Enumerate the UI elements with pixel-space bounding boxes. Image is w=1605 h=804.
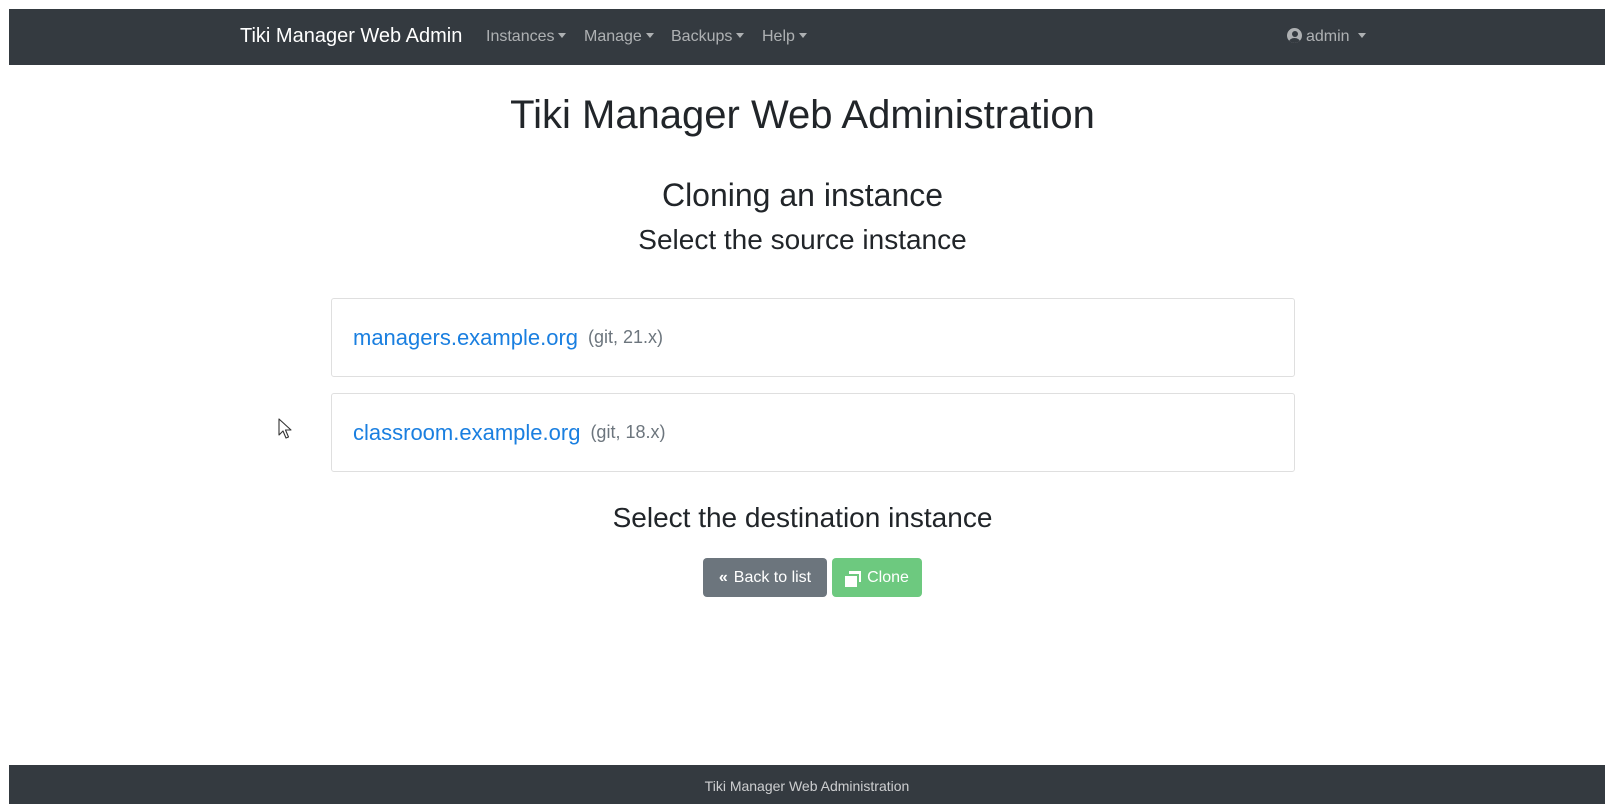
- page-subtitle: Cloning an instance: [661, 177, 944, 213]
- top-navbar: Tiki Manager Web Admin Instances Manage …: [9, 9, 1605, 65]
- back-to-list-button[interactable]: « Back to list: [703, 558, 827, 597]
- source-instance-heading: Select the source instance: [638, 224, 967, 255]
- caret-down-icon: [798, 33, 807, 38]
- brand-link[interactable]: Tiki Manager Web Admin: [240, 25, 462, 48]
- page-title: Tiki Manager Web Administration: [510, 93, 1095, 137]
- back-to-list-label: Back to list: [733, 568, 812, 586]
- instance-meta: (git, 18.x): [590, 422, 666, 442]
- nav-menu-help[interactable]: Help: [762, 28, 807, 46]
- user-menu[interactable]: admin: [1287, 28, 1366, 46]
- nav-menu-manage[interactable]: Manage: [584, 28, 654, 46]
- clone-icon: [845, 570, 862, 587]
- caret-down-icon: [645, 33, 654, 38]
- instance-link[interactable]: managers.example.org: [353, 325, 578, 351]
- double-chevron-left-icon: «: [718, 568, 728, 586]
- nav-menu-label: Instances: [486, 28, 555, 45]
- nav-menu-backups[interactable]: Backups: [671, 28, 745, 46]
- caret-down-icon: [736, 33, 745, 38]
- caret-down-icon: [1357, 33, 1366, 38]
- instance-card-classroom[interactable]: classroom.example.org (git, 18.x): [331, 393, 1295, 472]
- instance-link[interactable]: classroom.example.org: [353, 420, 580, 446]
- clone-button[interactable]: Clone: [832, 558, 922, 597]
- mouse-pointer-icon: [278, 418, 292, 439]
- footer-text: Tiki Manager Web Administration: [704, 778, 910, 794]
- nav-menu-instances[interactable]: Instances: [486, 28, 567, 46]
- nav-menu-label: Help: [762, 28, 795, 45]
- nav-menu-label: Manage: [584, 28, 642, 45]
- destination-instance-heading: Select the destination instance: [612, 502, 993, 533]
- instance-card-managers[interactable]: managers.example.org (git, 21.x): [331, 298, 1295, 377]
- instance-meta: (git, 21.x): [588, 327, 664, 347]
- clone-label: Clone: [867, 568, 909, 586]
- user-menu-label: admin: [1306, 28, 1350, 45]
- page-footer: Tiki Manager Web Administration: [9, 765, 1605, 804]
- user-circle-icon: [1287, 28, 1302, 43]
- caret-down-icon: [558, 33, 567, 38]
- nav-menu-label: Backups: [671, 28, 733, 45]
